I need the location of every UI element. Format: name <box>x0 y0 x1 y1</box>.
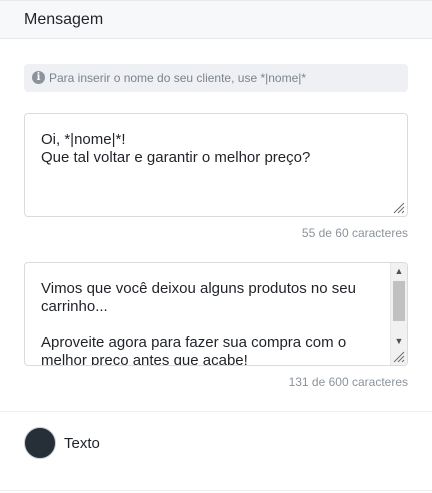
scroll-down-icon[interactable]: ▼ <box>391 333 407 349</box>
body-char-counter: 131 de 600 caracteres <box>288 375 408 389</box>
info-hint-text: Para inserir o nome do seu cliente, use … <box>49 71 307 85</box>
scroll-thumb[interactable] <box>393 281 405 321</box>
headline-textarea[interactable]: Oi, *|nome|*! Que tal voltar e garantir … <box>24 113 408 217</box>
info-hint: i Para inserir o nome do seu cliente, us… <box>24 64 408 92</box>
text-color-label: Texto <box>64 435 100 452</box>
headline-char-counter: 55 de 60 caracteres <box>301 226 408 240</box>
text-color-swatch[interactable] <box>24 427 56 459</box>
body-textarea-value[interactable]: Vimos que você deixou alguns produtos no… <box>41 280 386 365</box>
headline-textarea-value[interactable]: Oi, *|nome|*! Que tal voltar e garantir … <box>41 131 310 167</box>
body-textarea[interactable]: Vimos que você deixou alguns produtos no… <box>24 262 408 366</box>
info-icon: i <box>32 71 45 84</box>
divider <box>0 490 432 491</box>
scroll-up-icon[interactable]: ▲ <box>391 263 407 279</box>
section-header: Mensagem <box>0 1 432 39</box>
resize-handle-icon[interactable] <box>393 202 405 214</box>
resize-handle-icon[interactable] <box>393 351 405 363</box>
section-title: Mensagem <box>24 11 104 28</box>
divider <box>0 411 432 412</box>
body-textarea-scrollbar[interactable]: ▲ ▼ <box>390 263 407 365</box>
